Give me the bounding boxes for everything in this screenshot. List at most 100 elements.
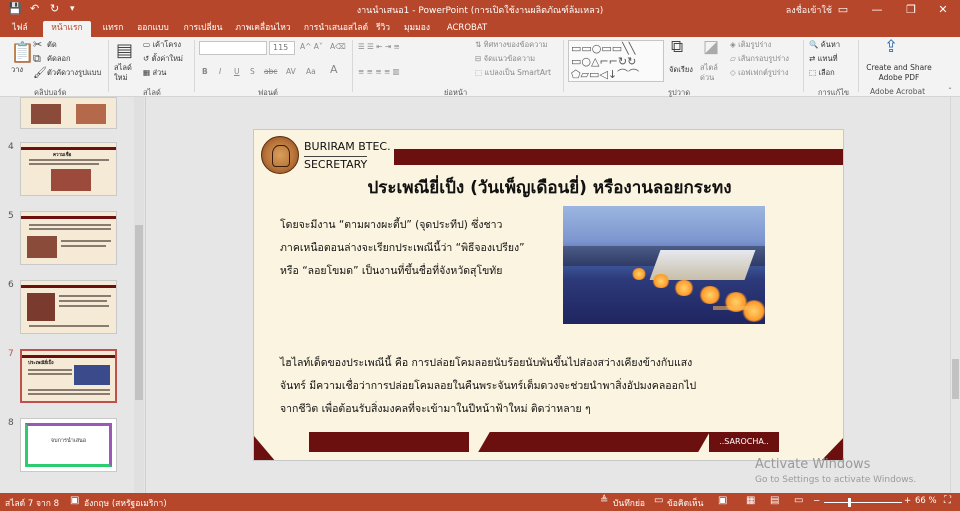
paste-button[interactable]: วาง <box>11 65 23 75</box>
intro-paragraph[interactable]: โดยจะมีงาน “ตามผางผะตี้ป” (จุดประทีป) ซึ… <box>280 214 570 283</box>
arrange-button[interactable]: จัดเรียง <box>669 65 693 75</box>
underline-button[interactable]: U <box>234 67 240 77</box>
change-case-button[interactable]: Aa <box>306 67 316 77</box>
copy-icon[interactable]: ⧉ <box>33 53 41 65</box>
slideshow-view-icon[interactable]: ▭ <box>794 495 803 506</box>
reading-view-icon[interactable]: ▤ <box>770 495 779 506</box>
replace-button[interactable]: ⇄ แทนที่ <box>809 54 838 64</box>
create-pdf-icon[interactable]: ⇪ <box>884 39 898 56</box>
new-slide-icon[interactable]: ▤ <box>116 41 133 61</box>
format-painter-icon[interactable]: 🖌 <box>33 67 47 79</box>
thumbnail-line <box>29 325 109 327</box>
shape-effects-button[interactable]: ◇ เอฟเฟกต์รูปร่าง <box>730 68 789 78</box>
thumbnail-band <box>21 147 116 150</box>
fit-slide-icon[interactable]: ⛶ <box>944 495 951 506</box>
quick-styles-button[interactable]: สไตล์ด่วน <box>700 63 724 83</box>
cut-button[interactable]: ตัด <box>47 40 57 50</box>
zoom-slider-track[interactable] <box>824 502 902 503</box>
tab-view[interactable]: มุมมอง <box>398 21 436 37</box>
reset-button[interactable]: ↺ ตั้งค่าใหม่ <box>143 54 183 64</box>
bold-button[interactable]: B <box>202 67 208 77</box>
thumbnail-image <box>76 104 106 124</box>
collapse-ribbon-icon[interactable]: ˆ <box>948 87 952 97</box>
tab-transitions[interactable]: การเปลี่ยน <box>178 21 228 37</box>
thumbnail-image <box>27 293 55 321</box>
tab-home[interactable]: หน้าแรก <box>43 21 91 37</box>
lantern-festival-photo[interactable] <box>563 206 765 324</box>
restore-button[interactable]: ❐ <box>894 0 928 19</box>
tab-insert[interactable]: แทรก <box>96 21 130 37</box>
shape-fill-button[interactable]: ◈ เติมรูปร่าง <box>730 40 771 50</box>
font-family-select[interactable] <box>199 41 267 55</box>
tab-design[interactable]: ออกแบบ <box>132 21 174 37</box>
spelling-icon[interactable]: ▣ <box>70 495 79 506</box>
group-separator <box>108 40 109 92</box>
slide-thumbnail-4[interactable]: ความเชื่อ <box>20 142 117 196</box>
italic-button[interactable]: I <box>219 67 221 77</box>
convert-smartart-button[interactable]: ⬚ แปลงเป็น SmartArt <box>475 68 551 78</box>
shadow-button[interactable]: S <box>250 67 255 77</box>
highlight-paragraph[interactable]: ไฮไลท์เด็ดของประเพณีนี้ คือ การปล่อยโคมล… <box>280 352 825 421</box>
char-spacing-button[interactable]: AV <box>286 67 296 77</box>
tab-file[interactable]: ไฟล์ <box>0 21 40 37</box>
comments-button[interactable]: ข้อคิดเห็น <box>667 496 703 510</box>
tab-review[interactable]: รีวิว <box>372 21 394 37</box>
thumbnails-scroll-thumb[interactable] <box>135 225 143 400</box>
align-icons[interactable]: ≡ ≡ ≡ ≡ ▥ <box>358 67 400 77</box>
normal-view-icon[interactable]: ▣ <box>718 495 727 506</box>
slide-canvas[interactable]: BURIRAM BTEC. SECRETARY ประเพณียี่เป็ง (… <box>253 129 844 461</box>
new-slide-button[interactable]: สไลด์ใหม่ <box>114 63 140 83</box>
zoom-in-button[interactable]: + <box>904 496 911 506</box>
convert-smartart-label: แปลงเป็น SmartArt <box>484 68 552 77</box>
thumbnail-frame <box>25 423 112 467</box>
create-share-button[interactable]: Create and Share <box>863 63 935 73</box>
slide-title[interactable]: ประเพณียี่เป็ง (วันเพ็ญเดือนยี่) หรืองาน… <box>254 174 843 201</box>
minimize-button[interactable]: — <box>860 0 894 19</box>
layout-button[interactable]: ▭ เค้าโครง <box>143 40 181 50</box>
college-logo <box>261 136 299 174</box>
quick-styles-icon[interactable]: ◪ <box>703 39 719 56</box>
paste-icon[interactable]: 📋 <box>10 41 35 63</box>
text-direction-label: ทิศทางของข้อความ <box>483 40 548 49</box>
cut-icon[interactable]: ✂ <box>33 39 42 51</box>
photo-lantern <box>651 274 671 288</box>
zoom-level[interactable]: 66 % <box>915 496 937 506</box>
grow-font-icon[interactable]: A^ A˅ <box>300 42 323 52</box>
align-text-button[interactable]: ⊟ จัดแนวข้อความ <box>475 54 535 64</box>
notes-icon[interactable]: ≜ <box>600 495 608 506</box>
slide-thumbnail-6[interactable] <box>20 280 117 334</box>
editor-scroll-thumb[interactable] <box>952 359 959 399</box>
slide-thumbnail-8[interactable]: จบการนำเสนอ <box>20 418 117 472</box>
font-color-button[interactable]: A <box>330 64 338 75</box>
slide-thumbnail-7[interactable]: ประเพณียี่เป็ง <box>20 349 117 403</box>
format-painter-button[interactable]: ตัวคัดวางรูปแบบ <box>47 68 101 78</box>
editor-vertical-scrollbar[interactable] <box>950 97 960 493</box>
arrange-icon[interactable]: ⧉ <box>671 39 683 56</box>
notes-button[interactable]: บันทึกย่อ <box>613 496 645 510</box>
slide-thumbnail-3[interactable] <box>20 97 117 129</box>
slide-sorter-icon[interactable]: ▦ <box>746 495 755 506</box>
language-indicator[interactable]: อังกฤษ (สหรัฐอเมริกา) <box>84 496 167 510</box>
tab-acrobat[interactable]: ACROBAT <box>442 21 492 37</box>
text-direction-button[interactable]: ⇅ ทิศทางของข้อความ <box>475 40 548 50</box>
zoom-out-button[interactable]: − <box>813 496 820 506</box>
slide-thumbnail-5[interactable] <box>20 211 117 265</box>
strikethrough-button[interactable]: abc <box>264 67 277 77</box>
bullets-icon[interactable]: ☰ ☰ ⇤ ⇥ ≡ <box>358 42 400 52</box>
copy-button[interactable]: คัดลอก <box>47 54 71 64</box>
section-button[interactable]: ▦ ส่วน <box>143 68 166 78</box>
clear-formatting-icon[interactable]: A⌫ <box>330 42 346 52</box>
select-button[interactable]: ⬚ เลือก <box>809 68 835 78</box>
zoom-slider-thumb[interactable] <box>848 498 851 507</box>
shape-effects-label: เอฟเฟกต์รูปร่าง <box>738 68 789 77</box>
find-button[interactable]: 🔍 ค้นหา <box>809 40 840 50</box>
shapes-gallery[interactable]: ▭▭○▭▭╲╲ ▭○△⌐⌐↻↻ ⬠▱▭◁↓⌒⌒ <box>568 40 664 82</box>
tab-animations[interactable]: ภาพเคลื่อนไหว <box>233 21 293 37</box>
tab-slideshow[interactable]: การนำเสนอสไลด์ <box>300 21 372 37</box>
shape-outline-button[interactable]: ▱ เส้นกรอบรูปร่าง <box>730 54 789 64</box>
intro-line: หรือ “ลอยโขมด” เป็นงานที่ขึ้นชื่อที่จังห… <box>280 265 503 277</box>
comments-icon[interactable]: ▭ <box>654 495 663 506</box>
close-button[interactable]: ✕ <box>926 0 960 19</box>
font-size-select[interactable]: 115 <box>269 41 295 55</box>
ribbon-display-icon[interactable]: ▭ <box>826 0 860 19</box>
